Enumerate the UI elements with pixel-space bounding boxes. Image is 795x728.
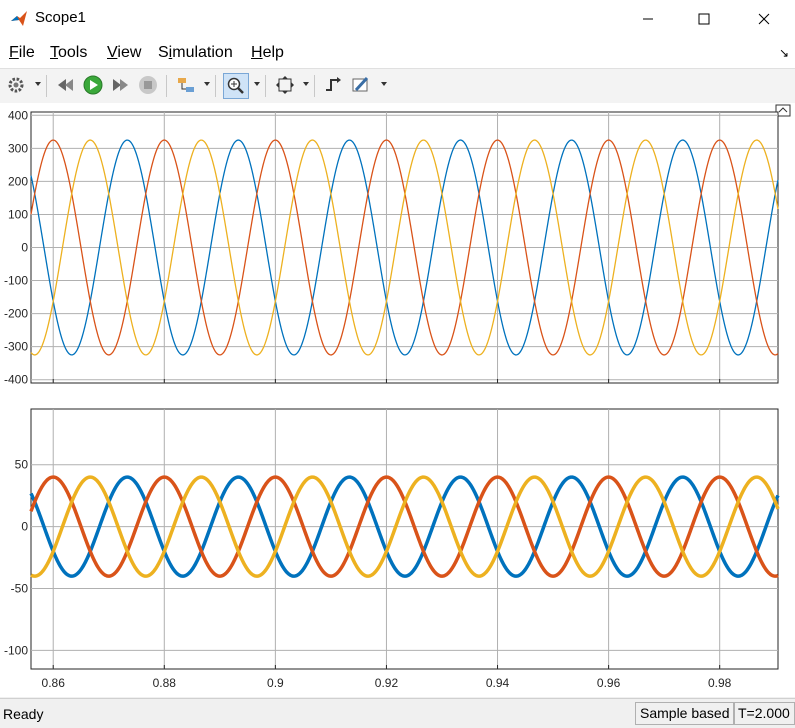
step-back-icon <box>58 79 73 91</box>
voltage-ytick-label: 0 <box>21 241 28 255</box>
status-bar: Ready Sample based T=2.000 <box>0 698 795 728</box>
current-ytick-label: -50 <box>11 582 29 596</box>
scope-plot-area: -400 -300 -200 -100 0 100 200 300 400 -100 -50 0 50 0… <box>0 103 795 697</box>
close-icon <box>758 13 770 25</box>
current-xtick-label: 0.92 <box>375 676 399 690</box>
current-axes-box <box>30 408 779 670</box>
voltage-ytick-label: 100 <box>8 207 28 221</box>
signal-hierarchy-dropdown-caret[interactable] <box>204 82 210 86</box>
autoscale-icon <box>276 76 294 94</box>
zoom-in-button[interactable] <box>223 73 249 99</box>
undock-arrow-icon[interactable]: ↘ <box>779 46 789 60</box>
menu-tools[interactable]: Tools <box>50 44 87 62</box>
signal-hierarchy-button[interactable] <box>175 74 197 96</box>
triggers-button[interactable] <box>322 74 344 96</box>
voltage-ytick-label: 400 <box>8 108 28 122</box>
matlab-logo-icon <box>11 11 27 26</box>
settings-icon <box>8 77 24 93</box>
style-button[interactable] <box>350 74 372 96</box>
autoscale-button[interactable] <box>274 74 296 96</box>
minimize-button[interactable] <box>625 0 671 38</box>
close-button[interactable] <box>741 0 787 38</box>
voltage-ytick-label: 200 <box>8 174 28 188</box>
zoom-dropdown-caret[interactable] <box>254 82 260 86</box>
menu-simulation[interactable]: Simulation <box>158 44 233 62</box>
sim-time-indicator: T=2.000 <box>733 702 795 725</box>
autoscale-dropdown-caret[interactable] <box>303 82 309 86</box>
signal-hierarchy-icon <box>178 78 194 92</box>
maximize-icon <box>698 13 710 25</box>
stop-button[interactable] <box>137 74 159 96</box>
current-xtick-label: 0.96 <box>597 676 621 690</box>
menu-bar: File Tools View Simulation Help ↘ <box>0 38 795 68</box>
menu-help[interactable]: Help <box>251 44 284 62</box>
current-ytick-label: -100 <box>4 643 28 657</box>
current-xtick-label: 0.86 <box>42 676 66 690</box>
title-bar: Scope1 <box>0 0 795 38</box>
scope-displays[interactable]: -400 -300 -200 -100 0 100 200 300 400 -100 -50 0 50 0… <box>0 103 795 697</box>
style-icon <box>352 76 369 92</box>
minimize-icon <box>643 18 653 20</box>
sample-mode-indicator: Sample based <box>635 702 735 725</box>
style-dropdown-caret[interactable] <box>381 82 387 86</box>
current-xtick-label: 0.98 <box>708 676 732 690</box>
current-ytick-label: 0 <box>21 520 28 534</box>
window-title: Scope1 <box>35 9 86 26</box>
zoom-in-icon <box>227 77 244 94</box>
current-xtick-label: 0.88 <box>153 676 177 690</box>
current-xtick-label: 0.94 <box>486 676 510 690</box>
run-icon <box>83 75 103 95</box>
step-forward-icon <box>113 79 128 91</box>
voltage-ytick-label: -400 <box>4 373 28 387</box>
maximize-button[interactable] <box>681 0 727 38</box>
voltage-ytick-label: -100 <box>4 274 28 288</box>
voltage-ytick-label: -200 <box>4 307 28 321</box>
voltage-ytick-label: 300 <box>8 141 28 155</box>
current-xtick-label: 0.9 <box>267 676 284 690</box>
step-forward-button[interactable] <box>109 74 131 96</box>
current-ytick-label: 50 <box>15 458 29 472</box>
triggers-icon <box>326 77 341 91</box>
menu-view[interactable]: View <box>107 44 141 62</box>
voltage-ytick-label: -300 <box>4 340 28 354</box>
menu-file[interactable]: File <box>9 44 35 62</box>
settings-dropdown-caret[interactable] <box>35 82 41 86</box>
run-button[interactable] <box>82 74 104 96</box>
toolbar <box>0 68 795 104</box>
step-back-button[interactable] <box>55 74 77 96</box>
stop-icon <box>139 76 157 94</box>
settings-button[interactable] <box>5 74 27 96</box>
status-ready: Ready <box>3 706 44 722</box>
